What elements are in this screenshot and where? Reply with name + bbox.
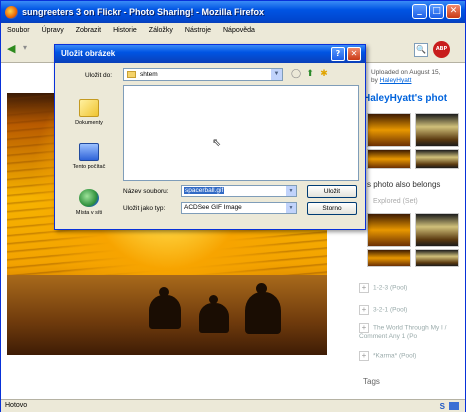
menubar: Soubor Úpravy Zobrazit Historie Záložky … bbox=[1, 23, 465, 37]
filename-value: spacerball.gif bbox=[184, 187, 225, 194]
photo-sidebar: Uploaded on August 15, by HaleyHyatt Hal… bbox=[357, 63, 465, 399]
pool-label: 3-2-1 (Pool) bbox=[373, 306, 408, 314]
save-in-label: Uložit do: bbox=[85, 72, 113, 79]
filetype-dropdown[interactable]: ACDSee GIF Image ▼ bbox=[181, 202, 297, 214]
save-in-value: shtem bbox=[140, 71, 158, 78]
file-list-pane[interactable]: ⇖ bbox=[123, 85, 359, 181]
filetype-label: Uložit jako typ: bbox=[123, 205, 166, 212]
place-my-computer[interactable]: Tento počítač bbox=[59, 143, 119, 170]
by-prefix: by bbox=[371, 77, 378, 84]
pool-item[interactable]: + *Karma* (Pool) bbox=[359, 351, 465, 361]
window-title: sungreeters 3 on Flickr - Photo Sharing!… bbox=[22, 7, 265, 17]
pool-label: *Karma* (Pool) bbox=[373, 352, 417, 360]
save-in-dropdown[interactable]: shtem ▼ bbox=[123, 68, 283, 81]
menu-historie[interactable]: Historie bbox=[113, 27, 137, 34]
explored-set-link[interactable]: Explored (Set) bbox=[373, 198, 418, 205]
thumbnail-2[interactable] bbox=[415, 113, 459, 147]
search-icon[interactable]: 🔍 bbox=[414, 43, 428, 57]
back-icon[interactable]: ◯ bbox=[291, 69, 301, 79]
pool-item[interactable]: +3-2-1 (Pool) bbox=[359, 305, 465, 315]
thumbnail-1[interactable] bbox=[367, 113, 411, 147]
upload-info: Uploaded on August 15, by HaleyHyatt bbox=[371, 69, 465, 85]
add-icon[interactable]: + bbox=[359, 305, 369, 315]
thumbnail-3[interactable] bbox=[367, 149, 411, 169]
place-network-label: Místa v síti bbox=[75, 210, 103, 216]
place-documents[interactable]: Dokumenty bbox=[59, 99, 119, 126]
pool-label: The World Through My I / Comment Any 1 (… bbox=[359, 324, 447, 340]
set-thumbnail-4[interactable] bbox=[415, 249, 459, 267]
uploaded-text: Uploaded on August 15, bbox=[371, 69, 441, 76]
place-my-computer-label: Tento počítač bbox=[72, 164, 106, 170]
pool-item[interactable]: +1-2-3 (Pool) bbox=[359, 283, 465, 293]
documents-folder-icon bbox=[79, 99, 99, 117]
status-text: Hotovo bbox=[5, 402, 28, 409]
close-button[interactable]: ✕ bbox=[446, 4, 461, 19]
owner-link[interactable]: HaleyHyatt bbox=[380, 77, 412, 84]
forward-dropdown-icon[interactable]: ▾ bbox=[23, 43, 27, 52]
dialog-close-button[interactable]: ✕ bbox=[347, 47, 361, 61]
add-icon[interactable]: + bbox=[359, 323, 369, 333]
filetype-value: ACDSee GIF Image bbox=[184, 204, 242, 211]
window-titlebar[interactable]: sungreeters 3 on Flickr - Photo Sharing!… bbox=[1, 1, 465, 23]
person-silhouette-left bbox=[149, 295, 181, 329]
thumbnail-4[interactable] bbox=[415, 149, 459, 169]
save-image-dialog: Uložit obrázek ? ✕ Uložit do: shtem ▼ ◯ … bbox=[54, 44, 366, 230]
computer-icon bbox=[79, 143, 99, 161]
person-silhouette-middle bbox=[199, 303, 229, 333]
add-icon[interactable]: + bbox=[359, 351, 369, 361]
maximize-button[interactable]: □ bbox=[429, 4, 444, 19]
filename-input[interactable]: spacerball.gif ▼ bbox=[181, 185, 297, 197]
chevron-down-icon[interactable]: ▼ bbox=[286, 186, 296, 196]
place-documents-label: Dokumenty bbox=[75, 120, 103, 126]
set-thumbnail-2[interactable] bbox=[415, 213, 459, 247]
back-arrow-icon[interactable]: ◀ bbox=[7, 43, 19, 55]
menu-soubor[interactable]: Soubor bbox=[7, 27, 30, 34]
window-controls: _ □ ✕ bbox=[412, 4, 461, 19]
menu-napoveda[interactable]: Nápověda bbox=[223, 27, 255, 34]
firefox-logo-icon bbox=[5, 5, 18, 19]
folder-icon bbox=[127, 71, 136, 78]
set-thumbnail-3[interactable] bbox=[367, 249, 411, 267]
menu-zalozky[interactable]: Záložky bbox=[149, 27, 173, 34]
owner-photostream-title[interactable]: HaleyHyatt's phot bbox=[363, 93, 447, 104]
network-places-icon bbox=[79, 189, 99, 207]
chevron-down-icon[interactable]: ▼ bbox=[271, 69, 282, 80]
dialog-titlebar[interactable]: Uložit obrázek bbox=[55, 45, 365, 63]
help-button[interactable]: ? bbox=[331, 47, 345, 61]
tags-heading: Tags bbox=[363, 377, 380, 386]
dialog-title: Uložit obrázek bbox=[61, 49, 116, 58]
add-icon[interactable]: + bbox=[359, 283, 369, 293]
up-folder-icon[interactable]: ⬆ bbox=[305, 69, 315, 79]
chevron-down-icon[interactable]: ▼ bbox=[286, 203, 296, 213]
save-button[interactable]: Uložit bbox=[307, 185, 357, 198]
place-network[interactable]: Místa v síti bbox=[59, 189, 119, 216]
status-bar: Hotovo S bbox=[1, 399, 465, 412]
filename-label: Název souboru: bbox=[123, 188, 169, 195]
menu-upravy[interactable]: Úpravy bbox=[42, 27, 64, 34]
menu-zobrazit[interactable]: Zobrazit bbox=[76, 27, 101, 34]
mouse-cursor-icon: ⇖ bbox=[212, 136, 222, 149]
cancel-button[interactable]: Storno bbox=[307, 202, 357, 215]
minimize-button[interactable]: _ bbox=[412, 4, 427, 19]
belongs-to-text: s photo also belongs bbox=[367, 180, 441, 189]
pool-item[interactable]: + The World Through My I / Comment Any 1 … bbox=[359, 323, 465, 341]
menu-nastroje[interactable]: Nástroje bbox=[185, 27, 211, 34]
places-bar: Dokumenty Tento počítač Místa v síti bbox=[59, 85, 119, 227]
person-silhouette-right bbox=[245, 292, 281, 334]
adblock-icon[interactable]: ABP bbox=[433, 41, 450, 58]
new-folder-icon[interactable]: ✱ bbox=[319, 69, 329, 79]
pool-label: 1-2-3 (Pool) bbox=[373, 284, 408, 292]
set-thumbnail-1[interactable] bbox=[367, 213, 411, 247]
status-s-icon[interactable]: S bbox=[440, 401, 445, 412]
status-tray-icon[interactable] bbox=[449, 402, 459, 410]
